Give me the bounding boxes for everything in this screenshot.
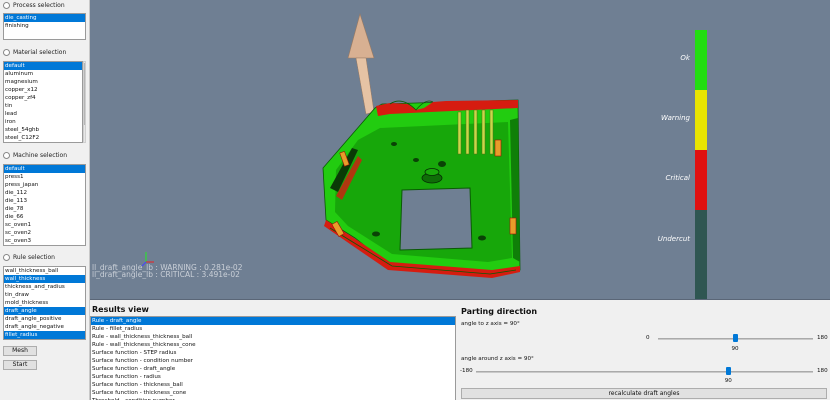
list-item[interactable]: sc_oven2 bbox=[4, 229, 85, 237]
list-item[interactable]: lead bbox=[4, 110, 82, 118]
list-item[interactable]: magnesium bbox=[4, 78, 82, 86]
slider2-value: 90 bbox=[724, 378, 732, 384]
viewport-overlay-text: ll_draft_angle_lb : WARNING : 0.281e-02 … bbox=[92, 264, 242, 279]
machine-selection-title: Machine selection bbox=[13, 151, 67, 159]
list-item[interactable]: Surface function - STEP radius bbox=[91, 349, 455, 357]
rule-listbox[interactable]: wall_thickness_ball wall_thickness thickne… bbox=[3, 266, 86, 340]
list-item[interactable]: Rule - wall_thickness_thickness_cone bbox=[91, 341, 455, 349]
die-cast-part bbox=[322, 99, 521, 278]
list-item[interactable]: die_113 bbox=[4, 197, 85, 205]
list-item[interactable]: Surface function - thickness_cone bbox=[91, 389, 455, 397]
parting-title: Parting direction bbox=[461, 307, 538, 316]
list-item[interactable]: steel_54ghb bbox=[4, 126, 82, 134]
parting-panel: Parting direction angle to z axis = 90° … bbox=[458, 301, 830, 400]
material-scrollbar[interactable] bbox=[83, 61, 86, 143]
process-selection-title: Process selection bbox=[13, 1, 65, 9]
radio-icon[interactable] bbox=[3, 151, 10, 159]
list-item[interactable]: copper_zf4 bbox=[4, 94, 82, 102]
slider1-value: 90 bbox=[731, 346, 739, 352]
list-item[interactable]: draft_angle bbox=[4, 307, 85, 315]
legend-swatch-warning bbox=[695, 90, 707, 150]
left-panel: Process selection die_casting finishing M… bbox=[0, 0, 90, 400]
list-item[interactable]: copper_x12 bbox=[4, 86, 82, 94]
list-item[interactable]: sc_oven3 bbox=[4, 237, 85, 245]
mesh-button[interactable]: Mesh bbox=[3, 346, 37, 356]
process-selection-header[interactable]: Process selection bbox=[3, 0, 65, 10]
list-item[interactable]: wall_thickness_ball bbox=[4, 267, 85, 275]
list-item[interactable]: fillet_radius bbox=[4, 331, 85, 339]
list-item[interactable]: sc_oven1 bbox=[4, 221, 85, 229]
list-item[interactable]: press_japan bbox=[4, 181, 85, 189]
machine-listbox[interactable]: default press1 press_japan die_112 die_113 di… bbox=[3, 164, 86, 246]
slider2-max: 180 bbox=[817, 368, 828, 374]
slider1-min: 0 bbox=[646, 335, 650, 341]
list-item[interactable]: thickness_and_radius bbox=[4, 283, 85, 291]
list-item[interactable]: Rule - wall_thickness_thickness_ball bbox=[91, 333, 455, 341]
process-listbox[interactable]: die_casting finishing bbox=[3, 13, 86, 40]
radio-icon[interactable] bbox=[3, 1, 10, 9]
parting-direction-arrow bbox=[347, 12, 375, 115]
list-item[interactable]: tin_draw bbox=[4, 291, 85, 299]
list-item[interactable]: draft_angle_negative bbox=[4, 323, 85, 331]
legend-label-warning: Warning bbox=[661, 114, 690, 122]
legend-swatch-critical bbox=[695, 150, 707, 210]
legend-swatch-ok bbox=[695, 30, 707, 90]
results-listbox[interactable]: Rule - draft_angle Rule - fillet_radius Ru… bbox=[90, 316, 456, 400]
list-item[interactable]: wall_thickness bbox=[4, 275, 85, 283]
list-item[interactable]: die_112 bbox=[4, 189, 85, 197]
material-listbox[interactable]: default aluminum magnesium copper_x12 copper… bbox=[3, 61, 83, 143]
list-item[interactable]: iron bbox=[4, 118, 82, 126]
list-item[interactable]: press1 bbox=[4, 173, 85, 181]
radio-icon[interactable] bbox=[3, 48, 10, 56]
list-item[interactable]: mold_thickness bbox=[4, 299, 85, 307]
list-item[interactable]: Rule - fillet_radius bbox=[91, 325, 455, 333]
list-item[interactable]: aluminum bbox=[4, 70, 82, 78]
legend-label-critical: Critical bbox=[665, 174, 690, 182]
slider2-handle[interactable] bbox=[726, 367, 732, 375]
list-item[interactable]: die_78 bbox=[4, 205, 85, 213]
scrollbar-thumb[interactable] bbox=[84, 63, 85, 125]
list-item[interactable]: Surface function - thickness_ball bbox=[91, 381, 455, 389]
list-item[interactable]: finishing bbox=[4, 22, 85, 30]
slider1-label: angle to z axis = 90° bbox=[461, 321, 520, 327]
rule-selection-title: Rule selection bbox=[13, 253, 55, 261]
slider2-min: -180 bbox=[460, 368, 473, 374]
slider2-label: angle around z axis = 90° bbox=[461, 356, 534, 362]
results-title: Results view bbox=[92, 305, 149, 314]
list-item[interactable]: tin bbox=[4, 102, 82, 110]
material-selection-header[interactable]: Material selection bbox=[3, 47, 66, 57]
list-item[interactable]: Rule - draft_angle bbox=[91, 317, 455, 325]
overlay-line-critical: ll_draft_angle_lb : CRITICAL : 3.491e-02 bbox=[92, 270, 240, 279]
recalculate-draft-angles-button[interactable]: recalculate draft angles bbox=[461, 388, 827, 399]
legend-label-undercut: Undercut bbox=[657, 235, 690, 243]
radio-icon[interactable] bbox=[3, 253, 10, 261]
machine-selection-header[interactable]: Machine selection bbox=[3, 150, 67, 160]
legend-swatch-undercut bbox=[695, 210, 707, 299]
list-item[interactable]: die_66 bbox=[4, 213, 85, 221]
legend-label-ok: Ok bbox=[680, 54, 690, 62]
angle-around-z-slider[interactable] bbox=[476, 371, 813, 373]
list-item[interactable]: steel_C12F2 bbox=[4, 134, 82, 142]
list-item[interactable]: default bbox=[4, 165, 85, 173]
list-item[interactable]: Surface function - draft_angle bbox=[91, 365, 455, 373]
part-render bbox=[141, 12, 521, 278]
slider1-max: 180 bbox=[817, 335, 828, 341]
list-item[interactable]: Surface function - condition number bbox=[91, 357, 455, 365]
start-button[interactable]: Start bbox=[3, 360, 37, 370]
list-item[interactable]: Surface function - radius bbox=[91, 373, 455, 381]
list-item[interactable]: die_casting bbox=[4, 14, 85, 22]
list-item[interactable]: draft_angle_positive bbox=[4, 315, 85, 323]
results-panel: Results view Rule - draft_angle Rule - fi… bbox=[90, 301, 456, 400]
list-item[interactable]: default bbox=[4, 62, 82, 70]
slider1-handle[interactable] bbox=[733, 334, 738, 342]
rule-selection-header[interactable]: Rule selection bbox=[3, 252, 55, 262]
3d-viewport[interactable]: ll_draft_angle_lb : WARNING : 0.281e-02 … bbox=[90, 0, 830, 300]
material-selection-title: Material selection bbox=[13, 48, 67, 56]
